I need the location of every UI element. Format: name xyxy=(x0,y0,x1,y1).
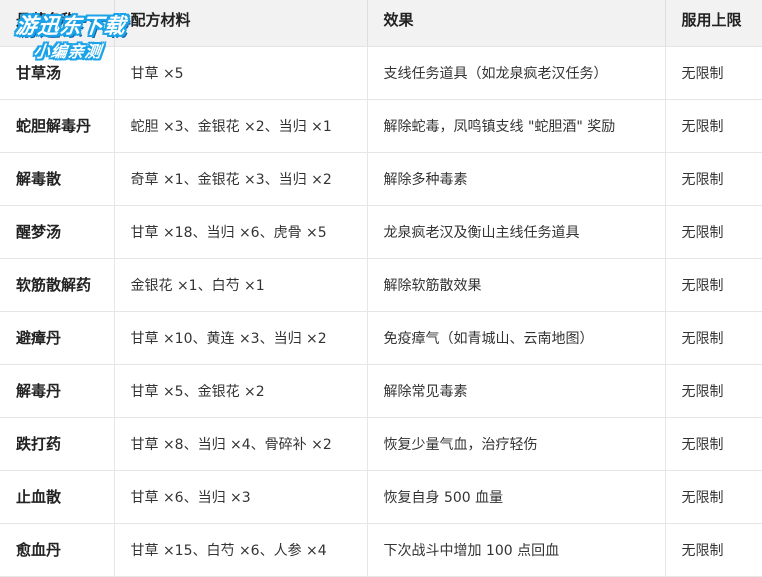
cell-name: 愈血丹 xyxy=(0,523,115,577)
table-row: 跌打药 甘草 ×8、当归 ×4、骨碎补 ×2 恢复少量气血，治疗轻伤 无限制 xyxy=(0,417,762,471)
cell-ingredients: 蛇胆 ×3、金银花 ×2、当归 ×1 xyxy=(114,99,368,153)
cell-name: 甘草汤 xyxy=(0,46,115,100)
table-row: 醒梦汤 甘草 ×18、当归 ×6、虎骨 ×5 龙泉疯老汉及衡山主线任务道具 无限… xyxy=(0,205,762,259)
cell-effect: 下次战斗中增加 100 点回血 xyxy=(367,523,666,577)
cell-name: 解毒丹 xyxy=(0,364,115,418)
table-row: 愈血丹 甘草 ×15、白芍 ×6、人参 ×4 下次战斗中增加 100 点回血 无… xyxy=(0,523,762,577)
table-row: 甘草汤 甘草 ×5 支线任务道具（如龙泉疯老汉任务） 无限制 xyxy=(0,46,762,100)
table-row: 止血散 甘草 ×6、当归 ×3 恢复自身 500 血量 无限制 xyxy=(0,470,762,524)
cell-ingredients: 甘草 ×8、当归 ×4、骨碎补 ×2 xyxy=(114,417,368,471)
cell-effect: 龙泉疯老汉及衡山主线任务道具 xyxy=(367,205,666,259)
cell-effect: 恢复少量气血，治疗轻伤 xyxy=(367,417,666,471)
cell-effect: 解除常见毒素 xyxy=(367,364,666,418)
cell-name: 避瘴丹 xyxy=(0,311,115,365)
cell-ingredients: 甘草 ×5、金银花 ×2 xyxy=(114,364,368,418)
table-row: 避瘴丹 甘草 ×10、黄连 ×3、当归 ×2 免疫瘴气（如青城山、云南地图） 无… xyxy=(0,311,762,365)
table-row: 蛇胆解毒丹 蛇胆 ×3、金银花 ×2、当归 ×1 解除蛇毒，凤鸣镇支线 "蛇胆酒… xyxy=(0,99,762,153)
cell-effect: 恢复自身 500 血量 xyxy=(367,470,666,524)
cell-effect: 解除多种毒素 xyxy=(367,152,666,206)
recipe-table: 丹药名称 配方材料 效果 服用上限 甘草汤 甘草 ×5 支线任务道具（如龙泉疯老… xyxy=(0,0,762,577)
cell-effect: 支线任务道具（如龙泉疯老汉任务） xyxy=(367,46,666,100)
cell-ingredients: 奇草 ×1、金银花 ×3、当归 ×2 xyxy=(114,152,368,206)
cell-ingredients: 金银花 ×1、白芍 ×1 xyxy=(114,258,368,312)
cell-ingredients: 甘草 ×6、当归 ×3 xyxy=(114,470,368,524)
cell-name: 软筋散解药 xyxy=(0,258,115,312)
cell-name: 醒梦汤 xyxy=(0,205,115,259)
cell-name: 跌打药 xyxy=(0,417,115,471)
cell-name: 蛇胆解毒丹 xyxy=(0,99,115,153)
cell-limit: 无限制 xyxy=(665,152,762,206)
cell-limit: 无限制 xyxy=(665,205,762,259)
table-row: 解毒丹 甘草 ×5、金银花 ×2 解除常见毒素 无限制 xyxy=(0,364,762,418)
cell-limit: 无限制 xyxy=(665,364,762,418)
cell-effect: 解除蛇毒，凤鸣镇支线 "蛇胆酒" 奖励 xyxy=(367,99,666,153)
header-limit: 服用上限 xyxy=(665,0,762,47)
cell-ingredients: 甘草 ×10、黄连 ×3、当归 ×2 xyxy=(114,311,368,365)
cell-limit: 无限制 xyxy=(665,417,762,471)
header-effect: 效果 xyxy=(367,0,666,47)
cell-name: 解毒散 xyxy=(0,152,115,206)
header-name: 丹药名称 xyxy=(0,0,115,47)
cell-ingredients: 甘草 ×18、当归 ×6、虎骨 ×5 xyxy=(114,205,368,259)
header-ingredients: 配方材料 xyxy=(114,0,368,47)
cell-ingredients: 甘草 ×15、白芍 ×6、人参 ×4 xyxy=(114,523,368,577)
cell-ingredients: 甘草 ×5 xyxy=(114,46,368,100)
cell-effect: 免疫瘴气（如青城山、云南地图） xyxy=(367,311,666,365)
cell-limit: 无限制 xyxy=(665,258,762,312)
cell-effect: 解除软筋散效果 xyxy=(367,258,666,312)
cell-limit: 无限制 xyxy=(665,311,762,365)
table-row: 软筋散解药 金银花 ×1、白芍 ×1 解除软筋散效果 无限制 xyxy=(0,258,762,312)
cell-limit: 无限制 xyxy=(665,99,762,153)
cell-limit: 无限制 xyxy=(665,46,762,100)
cell-name: 止血散 xyxy=(0,470,115,524)
table-header-row: 丹药名称 配方材料 效果 服用上限 xyxy=(0,0,762,47)
table-row: 解毒散 奇草 ×1、金银花 ×3、当归 ×2 解除多种毒素 无限制 xyxy=(0,152,762,206)
cell-limit: 无限制 xyxy=(665,470,762,524)
cell-limit: 无限制 xyxy=(665,523,762,577)
